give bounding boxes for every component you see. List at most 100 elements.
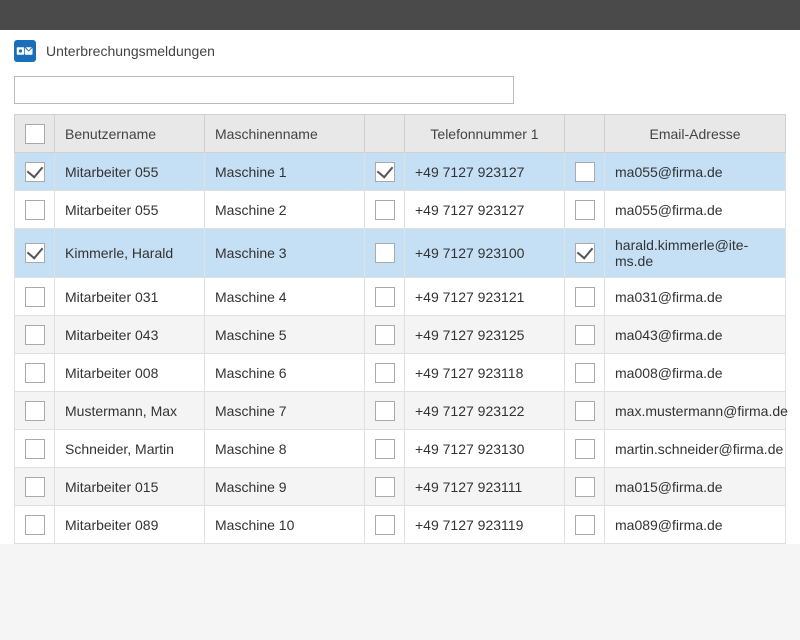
phone-checkbox[interactable]: [375, 200, 395, 220]
table-row[interactable]: Mitarbeiter 015Maschine 9+49 7127 923111…: [15, 468, 786, 506]
email-checkbox-cell[interactable]: [565, 506, 605, 544]
email-checkbox[interactable]: [575, 243, 595, 263]
phone-checkbox-cell[interactable]: [365, 468, 405, 506]
table-row[interactable]: Mitarbeiter 055Maschine 2+49 7127 923127…: [15, 191, 786, 229]
row-checkbox[interactable]: [25, 401, 45, 421]
cell-email: ma043@firma.de: [605, 316, 786, 354]
cell-machine: Maschine 2: [205, 191, 365, 229]
header-phone[interactable]: Telefonnummer 1: [405, 115, 565, 153]
row-checkbox-cell[interactable]: [15, 191, 55, 229]
table-row[interactable]: Mitarbeiter 008Maschine 6+49 7127 923118…: [15, 354, 786, 392]
phone-checkbox[interactable]: [375, 515, 395, 535]
cell-email: ma031@firma.de: [605, 278, 786, 316]
cell-phone: +49 7127 923121: [405, 278, 565, 316]
row-checkbox[interactable]: [25, 287, 45, 307]
phone-checkbox[interactable]: [375, 363, 395, 383]
email-checkbox[interactable]: [575, 200, 595, 220]
email-checkbox[interactable]: [575, 363, 595, 383]
table-row[interactable]: Mitarbeiter 089Maschine 10+49 7127 92311…: [15, 506, 786, 544]
search-input[interactable]: [14, 76, 514, 104]
phone-checkbox-cell[interactable]: [365, 278, 405, 316]
header-select-all[interactable]: [15, 115, 55, 153]
email-checkbox[interactable]: [575, 477, 595, 497]
row-checkbox[interactable]: [25, 162, 45, 182]
phone-checkbox-cell[interactable]: [365, 191, 405, 229]
phone-checkbox-cell[interactable]: [365, 316, 405, 354]
row-checkbox-cell[interactable]: [15, 468, 55, 506]
row-checkbox[interactable]: [25, 325, 45, 345]
cell-name: Mitarbeiter 015: [55, 468, 205, 506]
email-checkbox-cell[interactable]: [565, 153, 605, 191]
cell-machine: Maschine 3: [205, 229, 365, 278]
table-row[interactable]: Mustermann, MaxMaschine 7+49 7127 923122…: [15, 392, 786, 430]
cell-machine: Maschine 9: [205, 468, 365, 506]
phone-checkbox[interactable]: [375, 439, 395, 459]
cell-name: Mustermann, Max: [55, 392, 205, 430]
table-row[interactable]: Mitarbeiter 055Maschine 1+49 7127 923127…: [15, 153, 786, 191]
phone-checkbox[interactable]: [375, 401, 395, 421]
row-checkbox[interactable]: [25, 243, 45, 263]
checkbox-icon[interactable]: [25, 124, 45, 144]
email-checkbox[interactable]: [575, 401, 595, 421]
row-checkbox[interactable]: [25, 200, 45, 220]
email-checkbox-cell[interactable]: [565, 430, 605, 468]
row-checkbox-cell[interactable]: [15, 354, 55, 392]
row-checkbox-cell[interactable]: [15, 392, 55, 430]
row-checkbox[interactable]: [25, 363, 45, 383]
email-checkbox[interactable]: [575, 325, 595, 345]
phone-checkbox-cell[interactable]: [365, 229, 405, 278]
row-checkbox[interactable]: [25, 477, 45, 497]
email-checkbox-cell[interactable]: [565, 191, 605, 229]
app-icon: [14, 40, 36, 62]
header-machine[interactable]: Maschinenname: [205, 115, 365, 153]
notification-icon: [16, 44, 34, 58]
row-checkbox-cell[interactable]: [15, 316, 55, 354]
phone-checkbox-cell[interactable]: [365, 392, 405, 430]
row-checkbox-cell[interactable]: [15, 229, 55, 278]
email-checkbox-cell[interactable]: [565, 229, 605, 278]
email-checkbox-cell[interactable]: [565, 278, 605, 316]
table-row[interactable]: Schneider, MartinMaschine 8+49 7127 9231…: [15, 430, 786, 468]
email-checkbox[interactable]: [575, 439, 595, 459]
header-name[interactable]: Benutzername: [55, 115, 205, 153]
phone-checkbox[interactable]: [375, 162, 395, 182]
phone-checkbox[interactable]: [375, 325, 395, 345]
table-row[interactable]: Mitarbeiter 031Maschine 4+49 7127 923121…: [15, 278, 786, 316]
row-checkbox[interactable]: [25, 439, 45, 459]
row-checkbox-cell[interactable]: [15, 506, 55, 544]
phone-checkbox[interactable]: [375, 243, 395, 263]
row-checkbox[interactable]: [25, 515, 45, 535]
cell-email: martin.schneider@firma.de: [605, 430, 786, 468]
cell-machine: Maschine 7: [205, 392, 365, 430]
cell-email: max.mustermann@firma.de: [605, 392, 786, 430]
table-row[interactable]: Mitarbeiter 043Maschine 5+49 7127 923125…: [15, 316, 786, 354]
table-row[interactable]: Kimmerle, HaraldMaschine 3+49 7127 92310…: [15, 229, 786, 278]
phone-checkbox[interactable]: [375, 287, 395, 307]
phone-checkbox-cell[interactable]: [365, 153, 405, 191]
email-checkbox-cell[interactable]: [565, 468, 605, 506]
phone-checkbox[interactable]: [375, 477, 395, 497]
email-checkbox-cell[interactable]: [565, 316, 605, 354]
search-row: [0, 70, 800, 114]
row-checkbox-cell[interactable]: [15, 430, 55, 468]
phone-checkbox-cell[interactable]: [365, 506, 405, 544]
cell-phone: +49 7127 923100: [405, 229, 565, 278]
cell-machine: Maschine 8: [205, 430, 365, 468]
header-email[interactable]: Email-Adresse: [605, 115, 786, 153]
phone-checkbox-cell[interactable]: [365, 430, 405, 468]
email-checkbox[interactable]: [575, 515, 595, 535]
cell-email: ma015@firma.de: [605, 468, 786, 506]
table-header-row: Benutzername Maschinenname Telefonnummer…: [15, 115, 786, 153]
table-wrap: Benutzername Maschinenname Telefonnummer…: [0, 114, 800, 544]
header-email-chk: [565, 115, 605, 153]
cell-machine: Maschine 10: [205, 506, 365, 544]
email-checkbox[interactable]: [575, 162, 595, 182]
row-checkbox-cell[interactable]: [15, 153, 55, 191]
email-checkbox-cell[interactable]: [565, 392, 605, 430]
email-checkbox-cell[interactable]: [565, 354, 605, 392]
phone-checkbox-cell[interactable]: [365, 354, 405, 392]
email-checkbox[interactable]: [575, 287, 595, 307]
window-title: Unterbrechungsmeldungen: [46, 43, 215, 59]
row-checkbox-cell[interactable]: [15, 278, 55, 316]
cell-phone: +49 7127 923119: [405, 506, 565, 544]
